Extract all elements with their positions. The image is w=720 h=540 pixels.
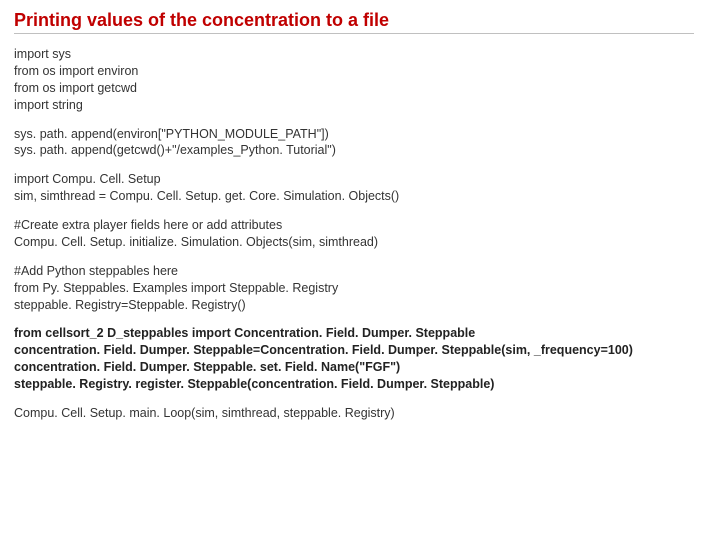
code-block-4: #Add Python steppables here from Py. Ste… bbox=[14, 263, 706, 314]
document-page: Printing values of the concentration to … bbox=[0, 0, 720, 540]
code-block-2: import Compu. Cell. Setup sim, simthread… bbox=[14, 171, 706, 205]
code-block-5-emphasized: from cellsort_2 D_steppables import Conc… bbox=[14, 325, 706, 393]
code-block-3: #Create extra player fields here or add … bbox=[14, 217, 706, 251]
code-block-0: import sys from os import environ from o… bbox=[14, 46, 706, 114]
page-title: Printing values of the concentration to … bbox=[14, 10, 694, 34]
code-block-6: Compu. Cell. Setup. main. Loop(sim, simt… bbox=[14, 405, 706, 422]
code-block-1: sys. path. append(environ["PYTHON_MODULE… bbox=[14, 126, 706, 160]
